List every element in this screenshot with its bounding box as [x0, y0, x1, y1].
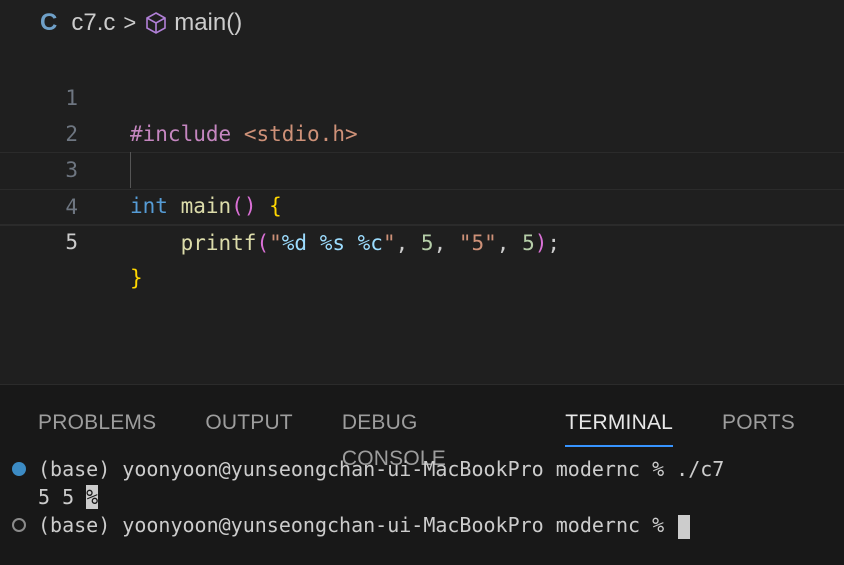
indent-guide — [130, 152, 131, 188]
breadcrumb-separator: > — [123, 10, 137, 35]
tab-output[interactable]: OUTPUT — [205, 405, 293, 445]
c-language-icon: C — [40, 9, 58, 36]
terminal-cursor — [678, 514, 691, 539]
no-newline-marker: % — [86, 485, 99, 509]
command-success-dot-icon[interactable] — [12, 462, 26, 476]
line-number: 5 — [65, 230, 78, 254]
breadcrumb-symbol[interactable]: main() — [174, 9, 242, 37]
tab-ports[interactable]: PORTS — [722, 405, 795, 445]
code-editor[interactable]: 1 #include <stdio.h> 2 3 int main() { 4 … — [0, 42, 844, 382]
breadcrumb: C c7.c > main() — [40, 6, 242, 40]
code-line[interactable]: 4 printf("%d %s %c", 5, "5", 5); — [0, 152, 844, 255]
tab-terminal[interactable]: TERMINAL — [565, 405, 674, 447]
command-pending-dot-icon[interactable] — [12, 518, 26, 532]
bottom-panel: PROBLEMS OUTPUT DEBUG CONSOLE TERMINAL P… — [0, 384, 844, 565]
breadcrumb-file[interactable]: c7.c — [71, 9, 115, 37]
terminal-output: 5 5 % — [38, 485, 99, 509]
panel-tabs: PROBLEMS OUTPUT DEBUG CONSOLE TERMINAL P… — [38, 405, 844, 470]
code-line[interactable]: 3 int main() { — [0, 116, 844, 218]
code-text: printf("%d %s %c", 5, "5", 5); — [180, 231, 561, 255]
tab-debug-console[interactable]: DEBUG CONSOLE — [342, 405, 516, 470]
code-line[interactable]: 1 #include <stdio.h> — [0, 44, 844, 146]
terminal-prompt: (base) yoonyoon@yunseongchan-ui-MacBookP… — [38, 511, 691, 539]
cube-icon — [144, 11, 168, 35]
terminal-line: (base) yoonyoon@yunseongchan-ui-MacBookP… — [38, 457, 725, 481]
code-line[interactable]: 2 — [0, 80, 844, 146]
code-line[interactable]: 5 } — [0, 188, 844, 290]
code-text: } — [130, 266, 143, 290]
tab-problems[interactable]: PROBLEMS — [38, 405, 156, 445]
